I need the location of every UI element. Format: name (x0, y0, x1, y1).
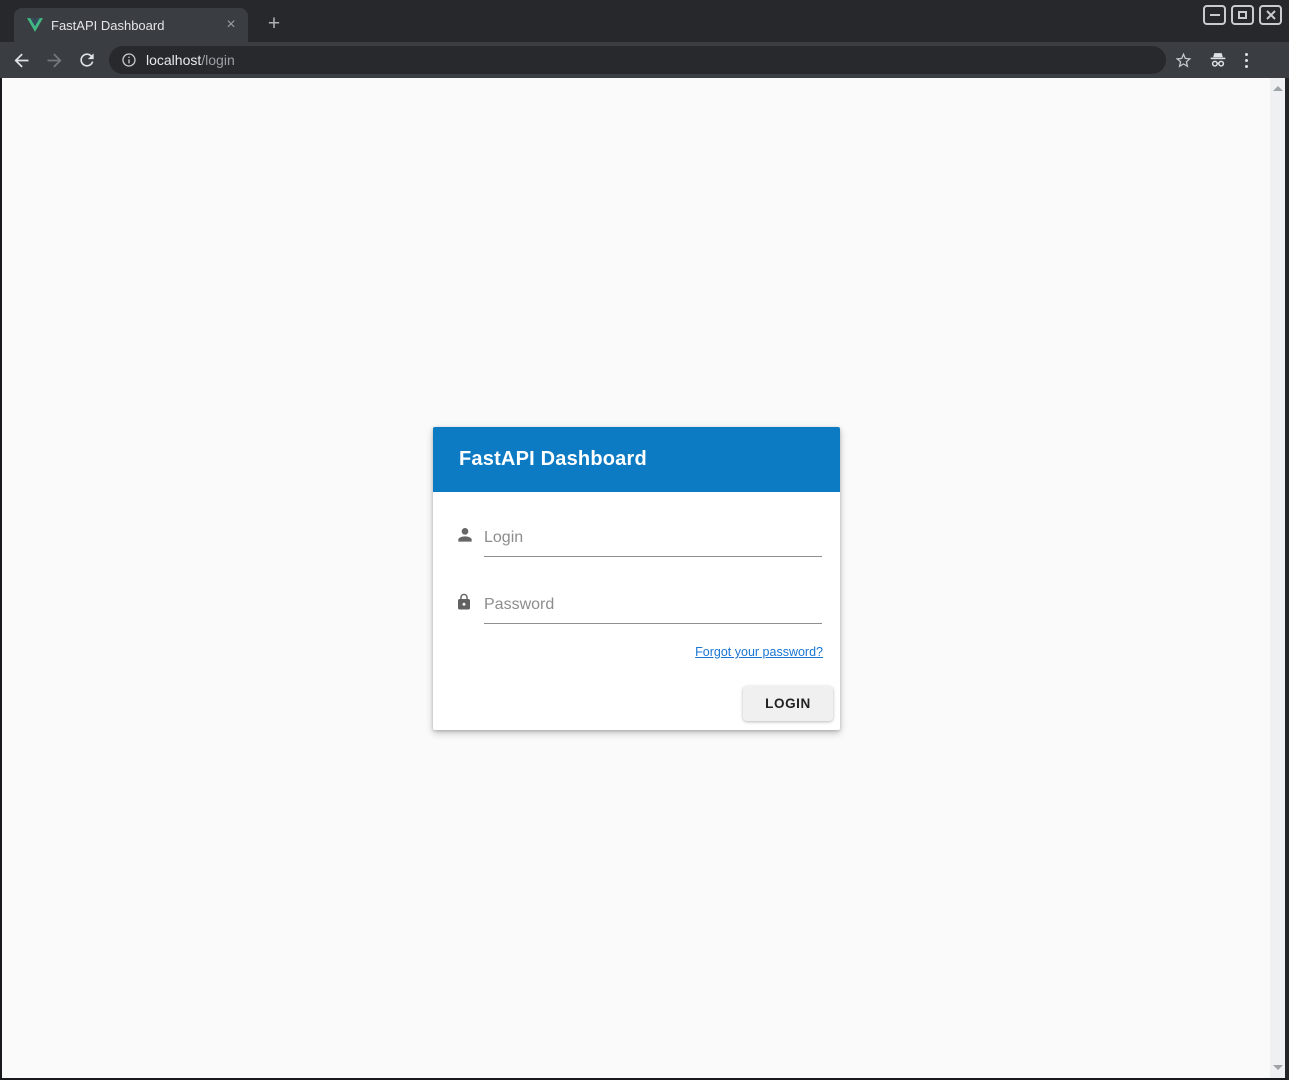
login-card-header: FastAPI Dashboard (433, 427, 840, 492)
forgot-password-link[interactable]: Forgot your password? (695, 645, 823, 659)
page-scrollbar[interactable] (1270, 78, 1285, 1078)
info-icon[interactable] (121, 52, 137, 68)
maximize-icon (1238, 11, 1247, 19)
login-field-row (455, 525, 822, 557)
maximize-button[interactable] (1231, 5, 1254, 25)
window-controls (1203, 5, 1282, 25)
scroll-up-icon[interactable] (1273, 86, 1283, 91)
login-card: FastAPI Dashboard Forgot your password? … (433, 427, 840, 730)
tab-strip: FastAPI Dashboard × + (0, 0, 1289, 42)
login-submit-button[interactable]: LOGIN (743, 686, 833, 721)
tab-title: FastAPI Dashboard (51, 18, 222, 33)
login-input[interactable] (484, 525, 822, 557)
reload-button[interactable] (75, 48, 99, 72)
url-path: /login (201, 52, 234, 68)
page-viewport: FastAPI Dashboard Forgot your password? … (0, 78, 1289, 1080)
card-title: FastAPI Dashboard (459, 448, 647, 471)
scroll-down-icon[interactable] (1273, 1065, 1283, 1070)
reload-icon (77, 50, 97, 70)
close-icon (1265, 9, 1277, 21)
menu-kebab-icon[interactable] (1243, 51, 1250, 70)
incognito-icon (1207, 49, 1229, 71)
password-input[interactable] (484, 592, 822, 624)
url-host: localhost (146, 52, 201, 68)
bookmark-star-icon[interactable] (1174, 51, 1193, 70)
url-bar[interactable]: localhost/login (109, 46, 1166, 74)
back-icon (11, 50, 32, 71)
back-button[interactable] (9, 48, 33, 72)
person-icon (455, 525, 475, 557)
toolbar-right (1174, 49, 1250, 71)
tab-close-icon[interactable]: × (222, 16, 240, 34)
close-button[interactable] (1259, 5, 1282, 25)
password-field-row (455, 592, 822, 624)
vue-favicon-icon (27, 18, 43, 32)
forward-button[interactable] (42, 48, 66, 72)
browser-tab[interactable]: FastAPI Dashboard × (14, 8, 248, 42)
minimize-button[interactable] (1203, 5, 1226, 25)
new-tab-button[interactable]: + (262, 13, 286, 37)
browser-toolbar: localhost/login (0, 42, 1289, 78)
lock-icon (455, 592, 475, 624)
minimize-icon (1210, 14, 1220, 16)
forward-icon (44, 50, 65, 71)
